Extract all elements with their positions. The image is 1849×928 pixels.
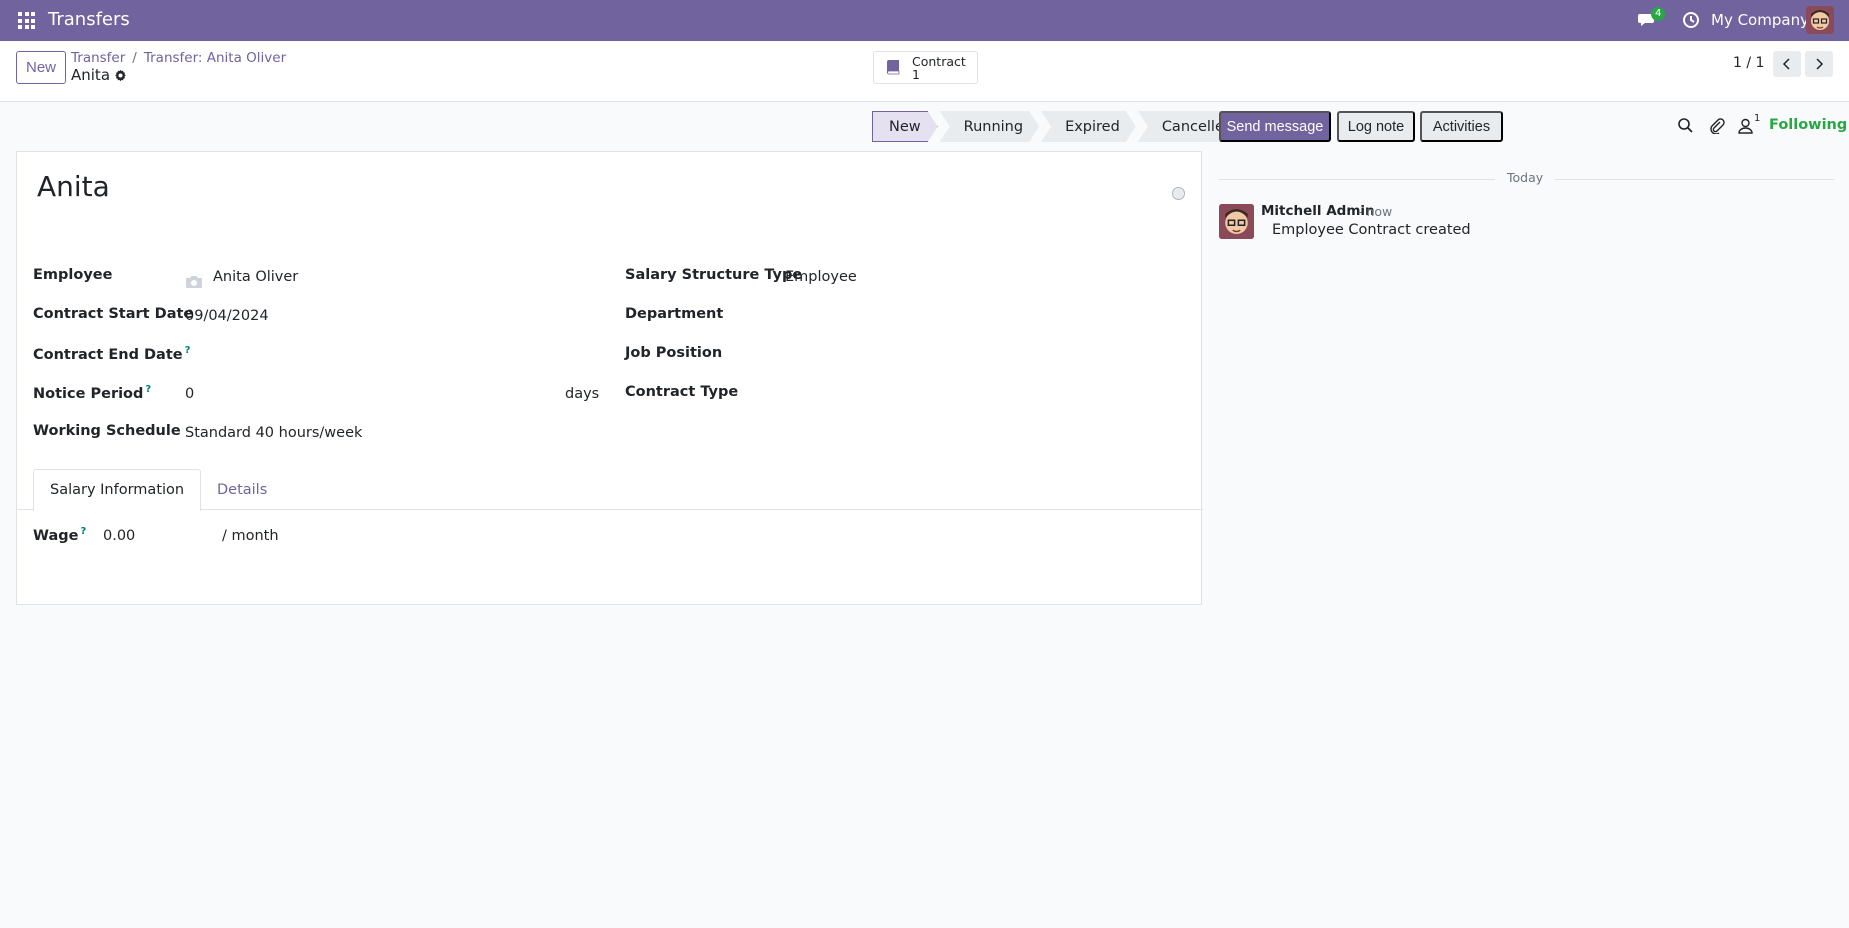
following-button[interactable]: Following	[1769, 117, 1847, 133]
wage-label: Wage?	[33, 526, 87, 544]
contract-smart-button[interactable]: Contract 1	[873, 51, 978, 84]
status-bar: New Running Expired Cancelled	[872, 111, 1251, 142]
pager-value[interactable]: 1 / 1	[1733, 55, 1764, 71]
working-schedule-field[interactable]: Standard 40 hours/week	[185, 425, 362, 441]
search-icon[interactable]	[1677, 117, 1694, 134]
apps-menu-icon[interactable]	[18, 12, 35, 29]
job-position-field[interactable]	[785, 347, 1185, 367]
notebook-tabs: Salary Information Details	[17, 469, 1203, 511]
breadcrumb: Transfer / Transfer: Anita Oliver	[71, 50, 287, 66]
smart-button-count: 1	[912, 66, 920, 82]
contract-type-field[interactable]	[785, 386, 1185, 406]
status-indicator[interactable]	[1172, 187, 1185, 200]
send-message-button[interactable]: Send message	[1219, 111, 1331, 142]
new-button[interactable]: New	[16, 51, 66, 84]
stage-running[interactable]: Running	[940, 111, 1039, 142]
tab-salary-information[interactable]: Salary Information	[33, 469, 202, 511]
followers-icon[interactable]	[1737, 117, 1754, 134]
contract-start-date-label: Contract Start Date	[33, 306, 194, 322]
activities-button[interactable]: Activities	[1420, 111, 1503, 142]
company-switcher[interactable]: My Company	[1711, 11, 1809, 29]
paperclip-icon[interactable]	[1708, 117, 1725, 134]
form-sheet: Anita Employee Anita Oliver Contract Sta…	[16, 151, 1203, 605]
department-field[interactable]	[785, 308, 1185, 328]
chat-badge: 4	[1651, 7, 1666, 21]
help-icon[interactable]: ?	[145, 384, 151, 395]
notice-period-unit: days	[565, 386, 600, 402]
employee-label: Employee	[33, 267, 113, 283]
salary-structure-type-label: Salary Structure Type	[625, 267, 803, 283]
pager-previous-button[interactable]	[1773, 51, 1801, 77]
contract-title[interactable]: Anita	[37, 170, 110, 203]
contract-end-date-label: Contract End Date?	[33, 345, 191, 363]
contract-end-date-field[interactable]	[185, 347, 605, 367]
stage-new[interactable]: New	[872, 111, 938, 142]
message-body: Employee Contract created	[1272, 222, 1471, 238]
notice-period-field[interactable]: 0	[185, 386, 194, 402]
date-separator: Today	[1495, 170, 1556, 185]
user-avatar[interactable]	[1806, 6, 1834, 34]
wage-field[interactable]: 0.00	[103, 528, 135, 544]
follower-count: 1	[1754, 113, 1761, 124]
camera-icon	[186, 276, 202, 288]
clock-icon[interactable]	[1682, 11, 1700, 29]
record-name: Anita	[71, 66, 127, 84]
gear-icon[interactable]	[114, 69, 127, 82]
record-name-text: Anita	[71, 66, 111, 84]
contract-type-label: Contract Type	[625, 384, 739, 400]
chevron-right-icon	[1816, 58, 1824, 70]
top-navbar: Transfers 4 My Company	[0, 0, 1849, 41]
breadcrumb-transfer-anita[interactable]: Transfer: Anita Oliver	[144, 50, 286, 66]
breadcrumb-transfer[interactable]: Transfer	[71, 50, 125, 66]
salary-structure-type-field[interactable]: Employee	[785, 269, 857, 285]
employee-field[interactable]: Anita Oliver	[213, 269, 298, 285]
pager-next-button[interactable]	[1805, 51, 1833, 77]
help-icon[interactable]: ?	[80, 526, 86, 537]
book-icon	[887, 60, 900, 75]
message-time: - now	[1358, 204, 1393, 219]
chevron-left-icon	[1782, 58, 1790, 70]
log-note-button[interactable]: Log note	[1337, 111, 1415, 142]
wage-period: / month	[222, 528, 279, 544]
stage-expired[interactable]: Expired	[1041, 111, 1136, 142]
smart-button-label: Contract	[912, 53, 966, 69]
job-position-label: Job Position	[625, 345, 723, 361]
working-schedule-label: Working Schedule	[33, 423, 181, 439]
contract-start-date-field[interactable]: 09/04/2024	[185, 308, 269, 324]
author-avatar[interactable]	[1219, 204, 1254, 239]
department-label: Department	[625, 306, 724, 322]
notice-period-label: Notice Period?	[33, 384, 152, 402]
tab-details[interactable]: Details	[201, 469, 283, 510]
app-title[interactable]: Transfers	[48, 9, 130, 30]
control-panel: New Transfer / Transfer: Anita Oliver Anit…	[0, 41, 1849, 102]
